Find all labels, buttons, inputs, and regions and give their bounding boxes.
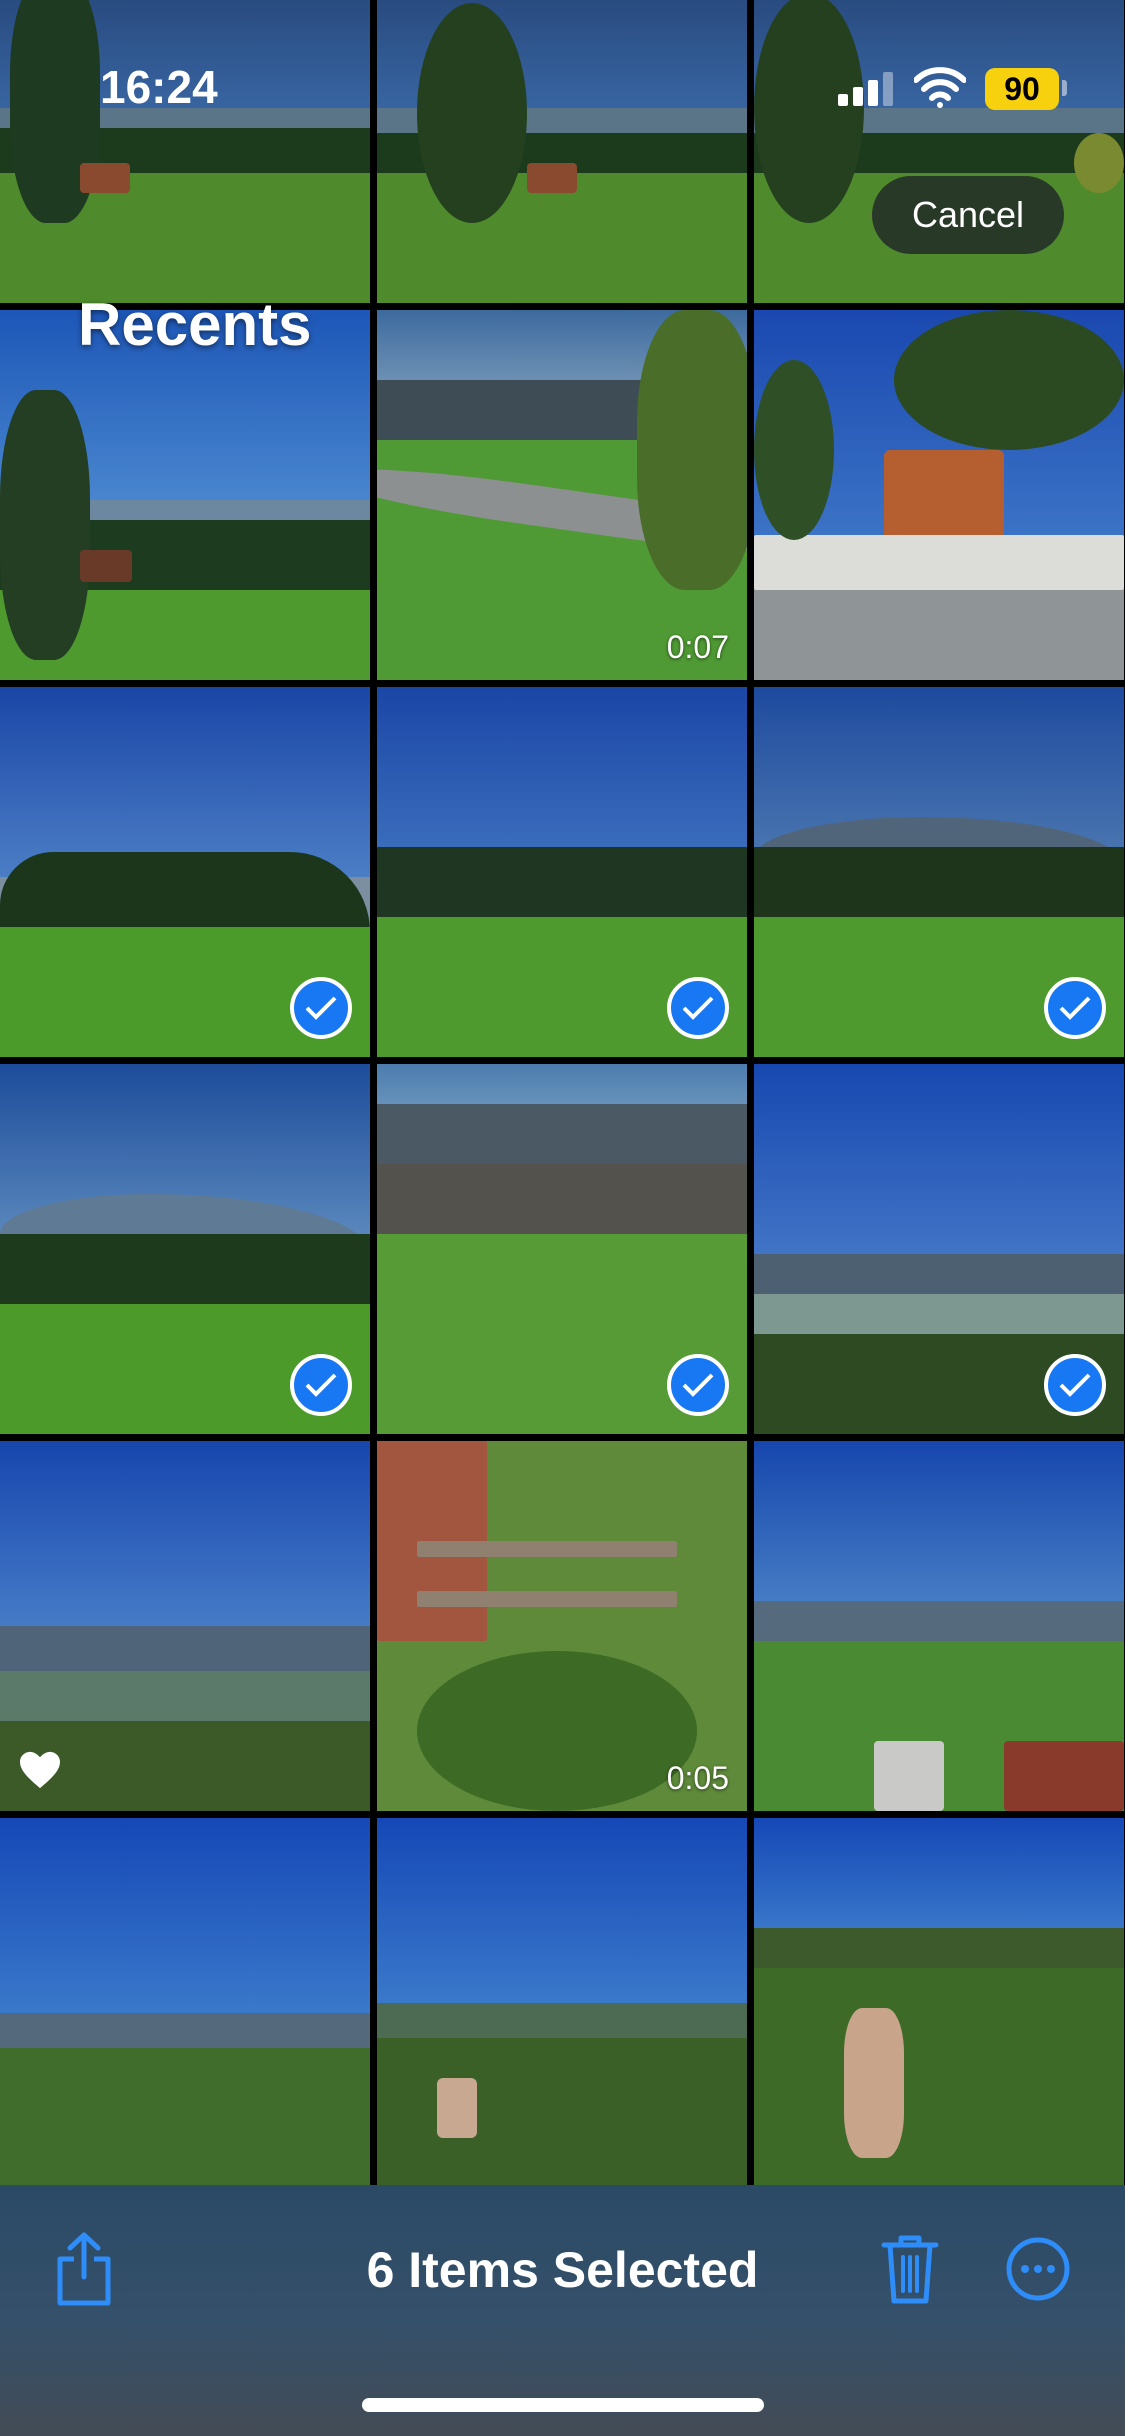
photo-tile[interactable]: 0:07 (377, 310, 747, 680)
photo-tile[interactable] (377, 1064, 747, 1434)
more-button[interactable] (1004, 2237, 1072, 2305)
photo-tile[interactable] (754, 1441, 1124, 1811)
photo-grid: 0:07 0:05 (0, 0, 1125, 2436)
delete-button[interactable] (878, 2231, 942, 2311)
status-bar: 16:24 90 (0, 0, 1125, 150)
battery-indicator: 90 (985, 68, 1059, 110)
photo-tile[interactable] (377, 687, 747, 1057)
selected-check-icon (667, 1354, 729, 1416)
photo-tile[interactable] (0, 310, 370, 680)
photo-tile[interactable] (754, 687, 1124, 1057)
selection-count: 6 Items Selected (366, 2242, 759, 2298)
selected-check-icon (1044, 1354, 1106, 1416)
photo-tile[interactable] (754, 1818, 1124, 2188)
photo-tile[interactable] (0, 1818, 370, 2188)
selected-check-icon (290, 1354, 352, 1416)
wifi-icon (914, 66, 966, 108)
page-title: Recents (78, 291, 312, 358)
video-duration: 0:07 (666, 629, 729, 665)
signal-icon (838, 72, 894, 106)
photo-tile[interactable] (377, 1818, 747, 2188)
trash-icon (881, 2233, 939, 2310)
photo-tile[interactable] (754, 1064, 1124, 1434)
selected-check-icon (290, 977, 352, 1039)
photo-tile[interactable] (0, 1441, 370, 1811)
home-indicator[interactable] (362, 2398, 764, 2412)
selected-check-icon (667, 977, 729, 1039)
photo-tile[interactable] (0, 687, 370, 1057)
photo-tile[interactable] (0, 1064, 370, 1434)
photo-tile[interactable]: 0:05 (377, 1441, 747, 1811)
selected-check-icon (1044, 977, 1106, 1039)
favorite-heart-icon (18, 1750, 62, 1795)
status-time: 16:24 (100, 61, 218, 113)
photo-tile[interactable] (754, 310, 1124, 680)
cancel-button[interactable]: Cancel (872, 176, 1064, 254)
more-icon (1005, 2236, 1071, 2307)
battery-tip (1062, 80, 1067, 96)
video-duration: 0:05 (666, 1760, 729, 1796)
